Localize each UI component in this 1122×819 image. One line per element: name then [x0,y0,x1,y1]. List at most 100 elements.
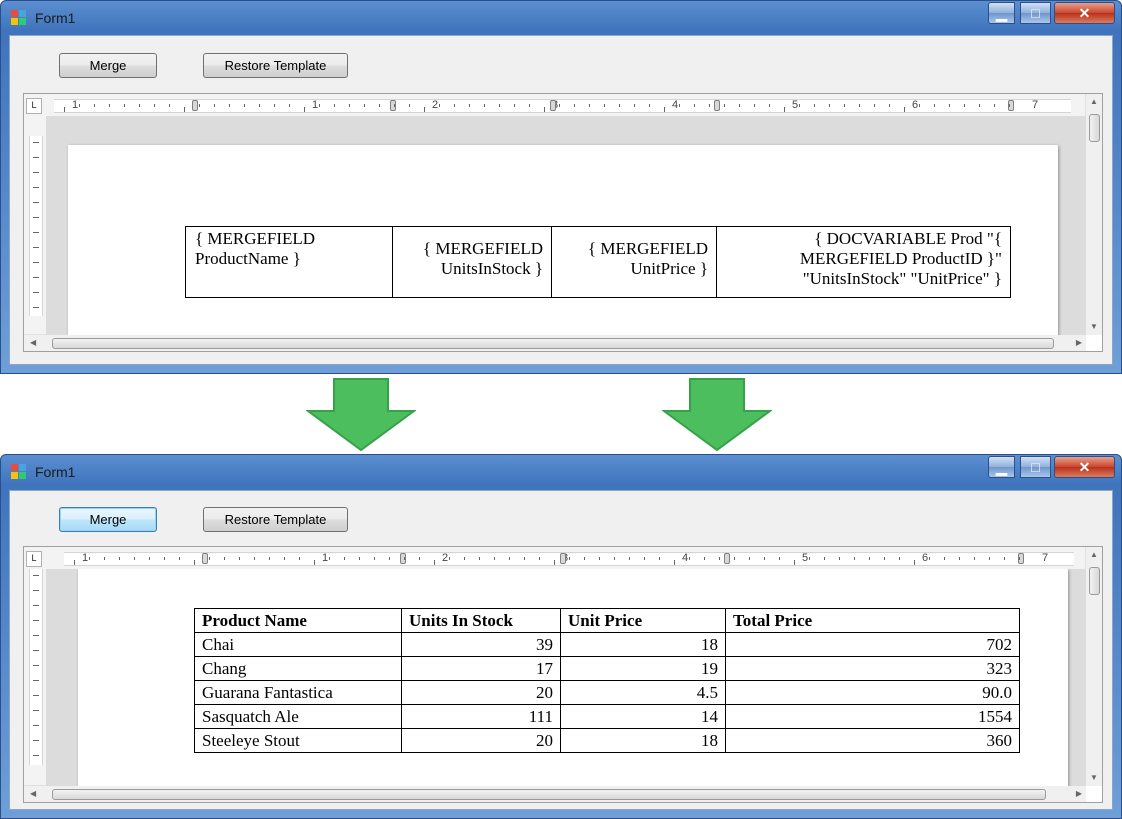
ruler-tick [869,557,870,560]
maximize-button[interactable]: □ [1020,456,1051,478]
cell-product-name[interactable]: Steeleye Stout [194,728,402,753]
ruler-tick [33,590,39,591]
scroll-right-icon[interactable]: ▶ [1076,338,1082,348]
ruler-tick [194,560,195,565]
scroll-down-icon[interactable]: ▼ [1090,773,1098,783]
horizontal-scroll-thumb[interactable] [52,789,1046,800]
ruler-tick [33,665,39,666]
ruler-tick [1019,557,1020,560]
minimize-button[interactable]: ▁ [988,2,1015,24]
cell-product-name[interactable]: Chang [194,656,402,681]
cell-total-price[interactable]: 90.0 [725,680,1020,705]
mergefield-productname[interactable]: { MERGEFIELD ProductName } [185,226,393,298]
ruler-tick [749,557,750,560]
ruler-number: 7 [1032,99,1039,111]
cell-total-price[interactable]: 1554 [725,704,1020,729]
vertical-scroll-thumb[interactable] [1089,567,1100,595]
ruler-tick [634,104,635,107]
scroll-left-icon[interactable]: ◀ [30,338,36,348]
ruler-tick [89,557,90,560]
cell-total-price[interactable]: 323 [725,656,1020,681]
scroll-up-icon[interactable]: ▲ [1090,97,1098,107]
ruler-tick [554,560,555,565]
column-marker[interactable] [400,553,406,564]
down-arrow-icon [306,378,416,452]
cell-unit-price[interactable]: 19 [560,656,726,681]
vertical-scrollbar[interactable]: ▲ ▼ [1085,94,1102,335]
column-marker[interactable] [560,553,566,564]
close-button[interactable]: ✕ [1054,2,1115,24]
document-page[interactable]: { MERGEFIELD ProductName } { MERGEFIELD … [68,145,1058,335]
ruler-tick [824,557,825,560]
maximize-button[interactable]: □ [1020,2,1051,24]
ruler-tick [779,557,780,560]
ruler-tick [33,725,39,726]
ruler-tick [454,104,455,107]
cell-product-name[interactable]: Sasquatch Ale [194,704,402,729]
restore-template-button[interactable]: Restore Template [203,507,348,532]
form-client-area: Merge Restore Template L 1 1 2 3 4 5 6 7 [9,490,1113,810]
header-units-in-stock: Units In Stock [401,608,561,633]
cell-units-in-stock[interactable]: 20 [401,680,561,705]
vertical-scroll-thumb[interactable] [1089,114,1100,142]
scroll-right-icon[interactable]: ▶ [1076,789,1082,799]
result-table: Product Name Units In Stock Unit Price T… [194,608,1020,753]
merge-button[interactable]: Merge [59,507,157,532]
docvariable-field[interactable]: { DOCVARIABLE Prod "{ MERGEFIELD Product… [716,226,1011,298]
document-page[interactable]: Product Name Units In Stock Unit Price T… [78,569,1068,786]
window-title: Form1 [35,464,76,480]
restore-template-button[interactable]: Restore Template [203,53,348,78]
rich-edit-control[interactable]: L 1 1 2 3 4 5 6 7 [23,546,1103,803]
ruler-tick [614,557,615,560]
rich-edit-control[interactable]: L 1 1 2 3 4 5 6 7 [23,93,1103,352]
cell-total-price[interactable]: 702 [725,632,1020,657]
horizontal-scrollbar[interactable]: ◀ ▶ [24,785,1086,802]
ruler-tick [154,104,155,107]
ruler-tick [514,104,515,107]
cell-units-in-stock[interactable]: 111 [401,704,561,729]
cell-total-price[interactable]: 360 [725,728,1020,753]
mergefield-unitsinstock[interactable]: { MERGEFIELD UnitsInStock } [392,226,552,298]
ruler-tick [439,104,440,107]
ruler-tick [359,557,360,560]
scroll-down-icon[interactable]: ▼ [1090,322,1098,332]
header-unit-price: Unit Price [560,608,726,633]
ruler-tick [289,104,290,107]
scroll-left-icon[interactable]: ◀ [30,789,36,799]
ruler-tick [959,557,960,560]
horizontal-scroll-thumb[interactable] [52,338,1054,349]
cell-unit-price[interactable]: 14 [560,704,726,729]
ruler-tick [689,557,690,560]
close-button[interactable]: ✕ [1054,456,1115,478]
cell-unit-price[interactable]: 18 [560,632,726,657]
cell-product-name[interactable]: Chai [194,632,402,657]
app-icon [11,10,27,26]
cell-product-name[interactable]: Guarana Fantastica [194,680,402,705]
ruler-tick [839,557,840,560]
column-marker[interactable] [724,553,730,564]
ruler-tick [33,172,39,173]
title-bar[interactable]: Form1 ▁ □ ✕ [1,1,1121,35]
ruler-tick [224,557,225,560]
cell-unit-price[interactable]: 4.5 [560,680,726,705]
merge-button[interactable]: Merge [59,53,157,78]
column-marker[interactable] [714,100,720,111]
cell-units-in-stock[interactable]: 39 [401,632,561,657]
indent-marker[interactable] [192,100,198,111]
column-marker[interactable] [390,100,396,111]
minimize-button[interactable]: ▁ [988,456,1015,478]
tab-selector[interactable]: L [26,98,42,114]
scroll-up-icon[interactable]: ▲ [1090,550,1098,560]
column-marker[interactable] [550,100,556,111]
title-bar[interactable]: Form1 ▁ □ ✕ [1,455,1121,489]
cell-units-in-stock[interactable]: 17 [401,656,561,681]
cell-unit-price[interactable]: 18 [560,728,726,753]
horizontal-scrollbar[interactable]: ◀ ▶ [24,334,1086,351]
tab-selector[interactable]: L [26,551,42,567]
cell-units-in-stock[interactable]: 20 [401,728,561,753]
mergefield-unitprice[interactable]: { MERGEFIELD UnitPrice } [551,226,717,298]
ruler-tick [364,104,365,107]
ruler-tick [33,620,39,621]
vertical-scrollbar[interactable]: ▲ ▼ [1085,547,1102,786]
indent-marker[interactable] [202,553,208,564]
